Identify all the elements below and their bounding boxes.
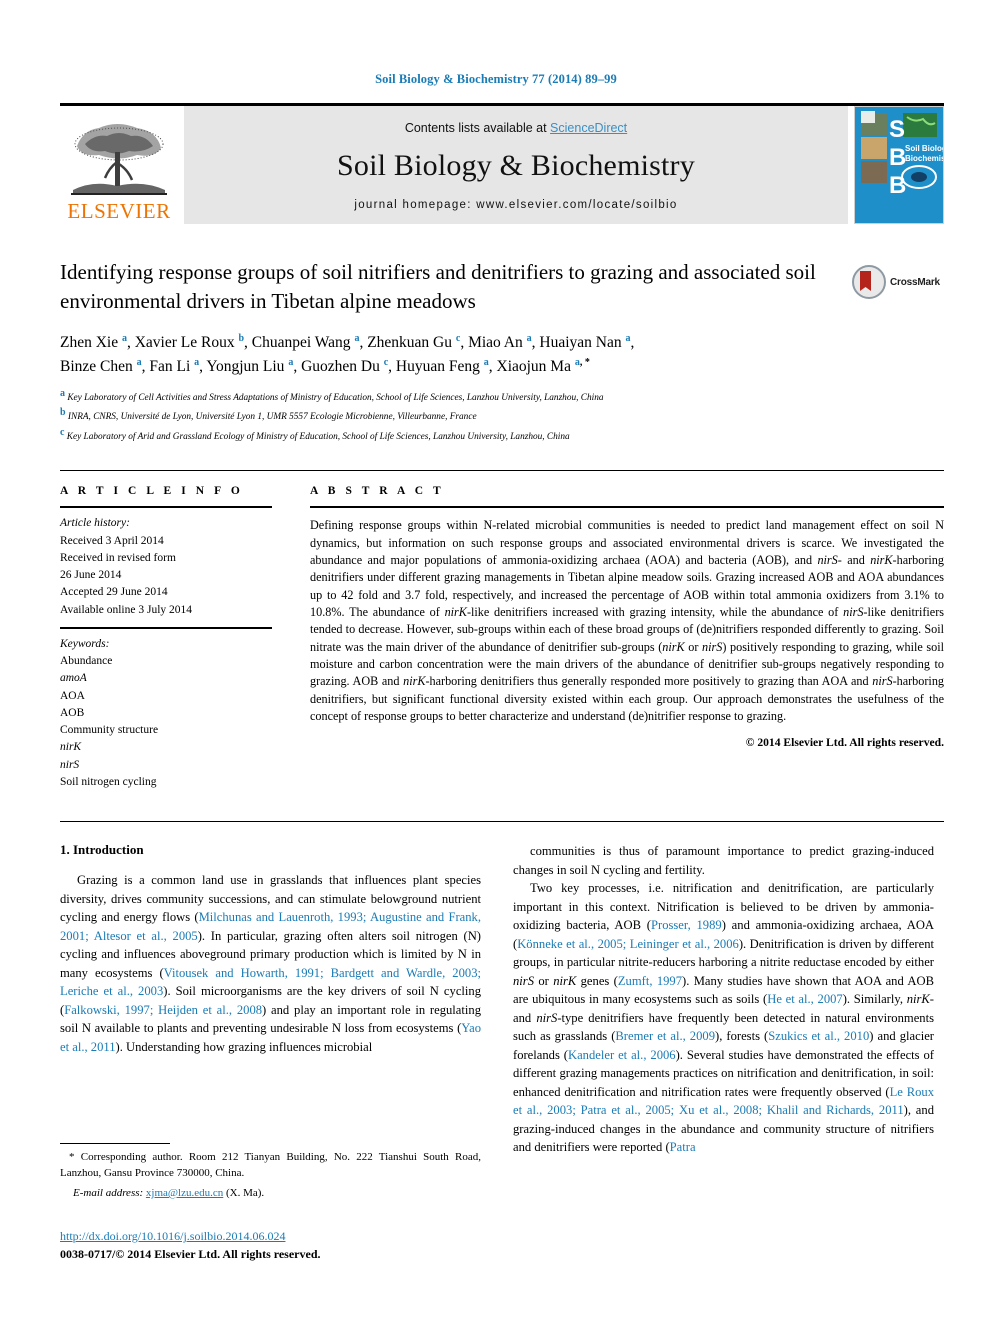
page-footer: http://dx.doi.org/10.1016/j.soilbio.2014… bbox=[60, 1227, 560, 1263]
email-link[interactable]: xjma@lzu.edu.cn bbox=[146, 1187, 223, 1199]
journal-masthead: ELSEVIER Contents lists available at Sci… bbox=[60, 103, 944, 224]
email-suffix: (X. Ma). bbox=[226, 1186, 265, 1199]
footnote-text: * Corresponding author. Room 212 Tianyan… bbox=[60, 1150, 481, 1182]
affiliation-b: b INRA, CNRS, Université de Lyon, Univer… bbox=[60, 407, 477, 423]
body-column-right: communities is thus of paramount importa… bbox=[513, 842, 934, 1157]
sciencedirect-link[interactable]: ScienceDirect bbox=[550, 121, 627, 135]
journal-band: Contents lists available at ScienceDirec… bbox=[184, 106, 848, 224]
keywords-label: Keywords: bbox=[60, 637, 110, 650]
history-item-2: 26 June 2014 bbox=[60, 569, 122, 582]
affiliation-c: c Key Laboratory of Arid and Grassland E… bbox=[60, 426, 570, 442]
paragraph: Two key processes, i.e. nitrification an… bbox=[513, 881, 935, 1155]
footnote-rule bbox=[60, 1143, 170, 1144]
keyword-1: amoA bbox=[60, 672, 87, 685]
abstract-column: A B S T R A C T Defining response groups… bbox=[310, 485, 944, 799]
page-title: Identifying response groups of soil nitr… bbox=[60, 260, 816, 313]
svg-text:B: B bbox=[889, 172, 906, 199]
author-list: Zhen Xie a, Xavier Le Roux b, Chuanpei W… bbox=[60, 331, 944, 378]
journal-title: Soil Biology & Biochemistry bbox=[337, 149, 695, 182]
elsevier-logo: ELSEVIER bbox=[60, 106, 178, 224]
footnote-body: Corresponding author. Room 212 Tianyan B… bbox=[60, 1151, 481, 1179]
history-item-0: Received 3 April 2014 bbox=[60, 534, 164, 547]
contents-available-line: Contents lists available at ScienceDirec… bbox=[405, 121, 627, 135]
article-page: Soil Biology & Biochemistry 77 (2014) 89… bbox=[0, 0, 992, 1323]
affiliation-c-text: Key Laboratory of Arid and Grassland Eco… bbox=[66, 432, 570, 442]
affiliation-a: a Key Laboratory of Cell Activities and … bbox=[60, 387, 604, 403]
issn-copyright-line: 0038-0717/© 2014 Elsevier Ltd. All right… bbox=[60, 1247, 321, 1261]
history-item-1: Received in revised form bbox=[60, 551, 176, 564]
paragraph: communities is thus of paramount importa… bbox=[513, 844, 934, 877]
body-column-left: 1. Introduction Grazing is a common land… bbox=[60, 842, 481, 1157]
running-head: Soil Biology & Biochemistry 77 (2014) 89… bbox=[375, 72, 617, 86]
author-line-1: Zhen Xie a, Xavier Le Roux b, Chuanpei W… bbox=[60, 333, 635, 352]
keyword-6: nirS bbox=[60, 758, 80, 771]
elsevier-wordmark: ELSEVIER bbox=[67, 199, 171, 223]
keyword-3: AOB bbox=[60, 706, 85, 719]
email-address-label: E-mail address: bbox=[73, 1186, 144, 1199]
article-info-heading: A R T I C L E I N F O bbox=[60, 485, 244, 498]
svg-text:Biochemistry: Biochemistry bbox=[905, 154, 943, 163]
affiliation-a-text: Key Laboratory of Cell Activities and St… bbox=[67, 393, 604, 403]
keyword-5: nirK bbox=[60, 741, 82, 754]
doi-link[interactable]: http://dx.doi.org/10.1016/j.soilbio.2014… bbox=[60, 1229, 285, 1243]
paragraph: Grazing is a common land use in grasslan… bbox=[60, 873, 481, 1054]
article-history-group: Article history: Received 3 April 2014 R… bbox=[60, 508, 272, 627]
affiliation-list: a Key Laboratory of Cell Activities and … bbox=[60, 386, 944, 445]
keywords-group: Keywords: Abundance amoA AOA AOB Communi… bbox=[60, 629, 272, 799]
footnote-email-line: E-mail address: xjma@lzu.edu.cn (X. Ma). bbox=[60, 1185, 481, 1202]
footnote-star: * bbox=[69, 1151, 75, 1163]
article-history-label: Article history: bbox=[60, 517, 130, 530]
keyword-7: Soil nitrogen cycling bbox=[60, 775, 157, 788]
journal-cover-art: S B B Soil Biology & Biochemistry bbox=[855, 107, 943, 223]
abstract-text: Defining response groups within N-relate… bbox=[310, 518, 945, 724]
keyword-2: AOA bbox=[60, 689, 85, 702]
affiliation-b-text: INRA, CNRS, Université de Lyon, Universi… bbox=[67, 412, 477, 423]
crossmark-badge[interactable]: CrossMark bbox=[852, 256, 944, 308]
body-separator-rule bbox=[60, 821, 944, 823]
keyword-4: Community structure bbox=[60, 724, 159, 737]
keyword-0: Abundance bbox=[60, 655, 113, 668]
contents-prefix: Contents lists available at bbox=[404, 121, 551, 135]
author-line-2: Binze Chen a, Fan Li a, Yongjun Liu a, G… bbox=[60, 356, 590, 375]
history-item-3: Accepted 29 June 2014 bbox=[60, 586, 168, 599]
journal-homepage-line[interactable]: journal homepage: www.elsevier.com/locat… bbox=[354, 199, 677, 211]
section-heading-introduction: 1. Introduction bbox=[60, 842, 144, 858]
article-info-column: A R T I C L E I N F O Article history: R… bbox=[60, 485, 272, 799]
info-abstract-block: A R T I C L E I N F O Article history: R… bbox=[60, 470, 944, 799]
body-columns: 1. Introduction Grazing is a common land… bbox=[60, 842, 944, 1157]
abstract-heading: A B S T R A C T bbox=[310, 485, 445, 498]
abstract-copyright: © 2014 Elsevier Ltd. All rights reserved… bbox=[745, 736, 944, 750]
elsevier-tree-icon bbox=[71, 124, 167, 195]
corresponding-author-footnote: * Corresponding author. Room 212 Tianyan… bbox=[60, 1143, 481, 1201]
journal-cover-thumbnail[interactable]: S B B Soil Biology & Biochemistry bbox=[854, 106, 944, 224]
title-block: CrossMark Identifying response groups of… bbox=[60, 258, 944, 444]
crossmark-icon bbox=[852, 265, 886, 299]
svg-text:B: B bbox=[889, 144, 906, 171]
svg-text:S: S bbox=[889, 116, 905, 143]
history-item-4: Available online 3 July 2014 bbox=[60, 603, 193, 616]
crossmark-label: CrossMark bbox=[890, 276, 940, 288]
svg-text:Soil Biology &: Soil Biology & bbox=[905, 144, 943, 153]
